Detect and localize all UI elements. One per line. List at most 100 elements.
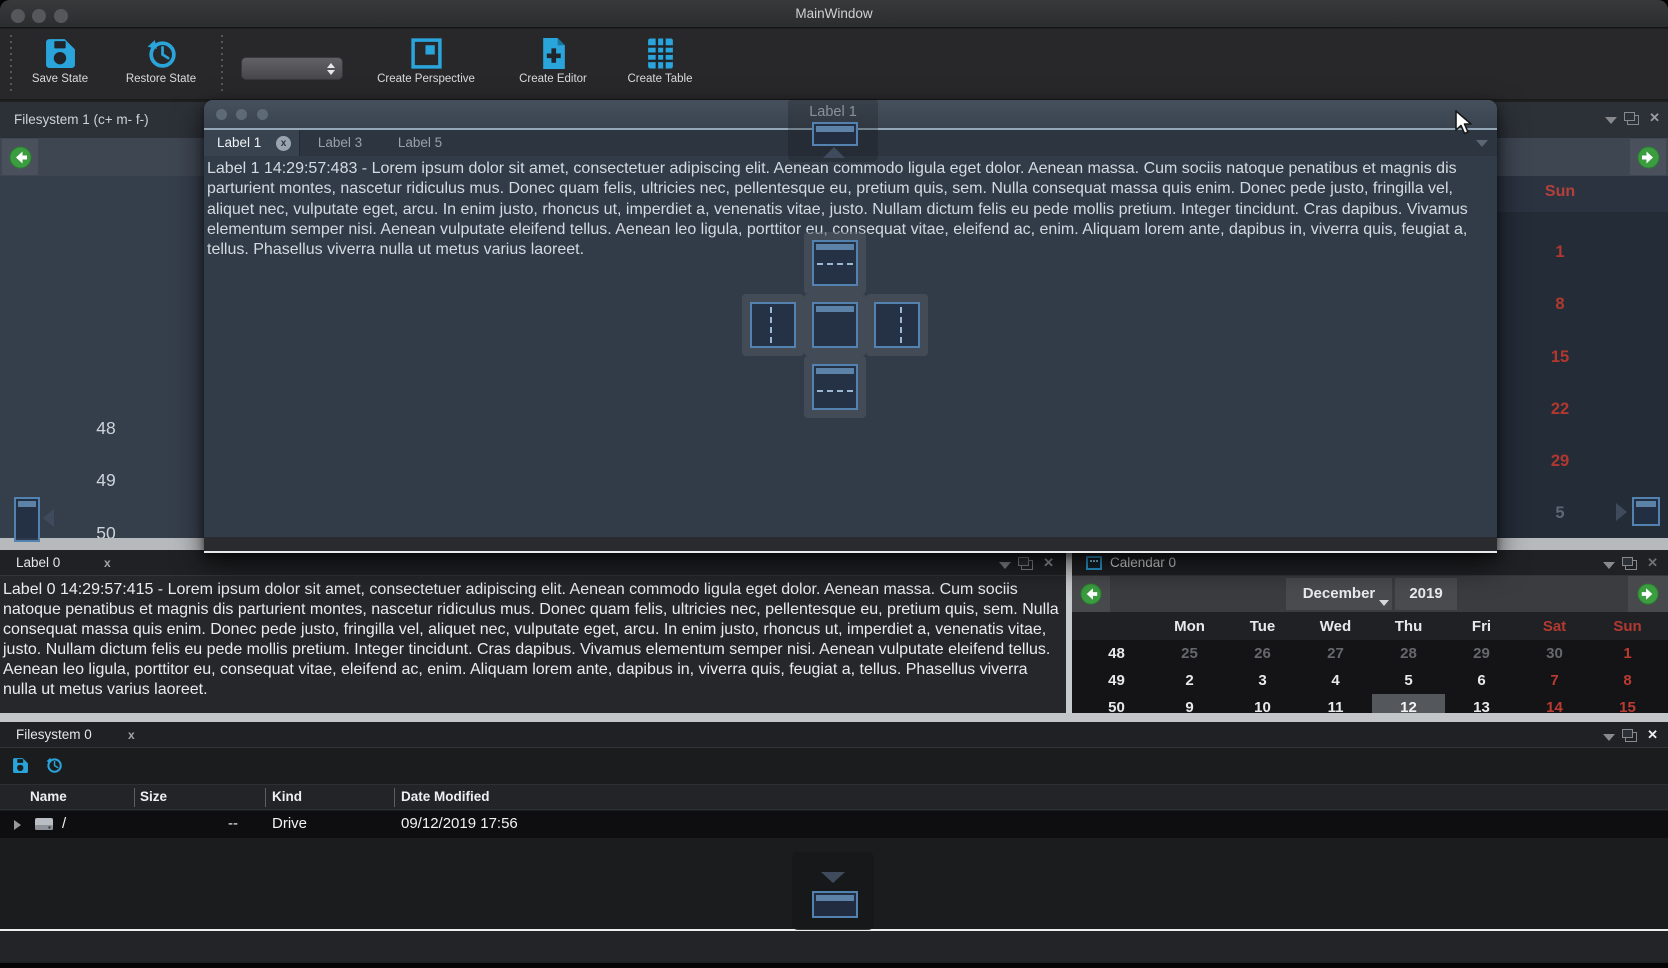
calendar0-titlebar: Calendar 0 ✕ <box>1072 550 1668 576</box>
calendar-date[interactable]: 26 <box>1226 640 1299 667</box>
table-row[interactable]: / -- Drive 09/12/2019 17:56 <box>0 811 1668 838</box>
tab-close-icon[interactable]: x <box>128 728 135 742</box>
dock-menu-icon[interactable] <box>1605 117 1617 124</box>
vertical-splitter[interactable] <box>1066 550 1072 713</box>
calendar-date[interactable]: 9 <box>1153 694 1226 713</box>
tab-overflow-button[interactable] <box>1471 135 1493 152</box>
dock-menu-icon[interactable] <box>1603 562 1615 569</box>
row-modified: 09/12/2019 17:56 <box>401 815 518 832</box>
calendar-date[interactable]: 29 <box>1532 435 1588 487</box>
calendar-date[interactable]: 11 <box>1299 694 1372 713</box>
drop-indicator-split-left[interactable] <box>750 302 796 348</box>
tab-label5[interactable]: Label 5 <box>380 130 460 156</box>
calendar-date[interactable]: 1 <box>1591 640 1664 667</box>
disclosure-triangle-icon[interactable] <box>14 820 21 830</box>
dock-float-icon[interactable] <box>1625 560 1637 570</box>
calendar-date[interactable]: 28 <box>1372 640 1445 667</box>
calendar-next-month-button[interactable] <box>1630 139 1666 175</box>
drop-indicator-right-edge[interactable] <box>1632 497 1660 526</box>
calendar-date[interactable]: 8 <box>1532 278 1588 330</box>
drop-cell-right[interactable] <box>866 294 928 356</box>
calendar-date[interactable]: 25 <box>1153 640 1226 667</box>
column-separator[interactable] <box>394 788 395 807</box>
tab-close-icon[interactable]: x <box>276 136 291 151</box>
dock-close-icon[interactable]: ✕ <box>1647 555 1658 571</box>
calendar0-next-month-button[interactable] <box>1628 576 1668 612</box>
drop-indicator-bottom-edge[interactable] <box>812 891 858 918</box>
window-titlebar[interactable]: MainWindow <box>0 0 1668 28</box>
create-table-button[interactable]: Create Table <box>600 37 720 85</box>
calendar-date[interactable]: 8 <box>1591 667 1664 694</box>
calendar-date[interactable]: 5 <box>1532 487 1588 539</box>
create-editor-button[interactable]: Create Editor <box>493 37 613 85</box>
drop-cell-top[interactable] <box>804 232 866 294</box>
calendar-date[interactable]: 4 <box>1299 667 1372 694</box>
create-perspective-icon <box>410 37 443 70</box>
drop-indicator-center[interactable] <box>812 302 858 348</box>
drop-indicator-top-edge[interactable] <box>812 122 858 146</box>
calendar-date[interactable]: 1 <box>1532 226 1588 278</box>
week-number: 48 <box>80 402 132 454</box>
tab-label0[interactable]: Label 0 <box>16 555 60 570</box>
dock-menu-icon[interactable] <box>999 562 1011 569</box>
window-title: MainWindow <box>0 6 1668 21</box>
drop-cell-bottom[interactable] <box>804 356 866 418</box>
dock-float-icon[interactable] <box>1625 732 1637 742</box>
column-header-size[interactable]: Size <box>140 789 167 804</box>
tab-filesystem1[interactable]: Filesystem 1 (c+ m- f-) <box>14 112 149 127</box>
calendar-date[interactable]: 12 <box>1372 694 1445 713</box>
calendar-date[interactable]: 6 <box>1445 667 1518 694</box>
year-field[interactable]: 2019 <box>1395 578 1457 610</box>
dock-close-icon[interactable]: ✕ <box>1649 110 1660 126</box>
drop-cell-center[interactable] <box>804 294 866 356</box>
column-header-name[interactable]: Name <box>30 789 67 804</box>
save-icon[interactable] <box>12 757 29 774</box>
column-separator[interactable] <box>265 788 266 807</box>
calendar-date[interactable]: 15 <box>1591 694 1664 713</box>
big-calendar-week-column: 48 49 50 51 52 1 <box>0 176 204 538</box>
dock-close-icon[interactable]: ✕ <box>1043 555 1054 571</box>
calendar-date[interactable]: 14 <box>1518 694 1591 713</box>
dock-close-icon[interactable]: ✕ <box>1647 727 1658 743</box>
calendar0-prev-month-button[interactable] <box>1072 576 1110 612</box>
label0-dock-buttons: ✕ <box>999 555 1054 571</box>
calendar-date[interactable]: 15 <box>1532 331 1588 383</box>
column-separator[interactable] <box>134 788 135 807</box>
drop-indicator-split-top[interactable] <box>812 240 858 286</box>
tab-label3[interactable]: Label 3 <box>300 130 380 156</box>
column-header-modified[interactable]: Date Modified <box>401 789 490 804</box>
calendar-date[interactable]: 3 <box>1226 667 1299 694</box>
calendar-date[interactable]: 10 <box>1226 694 1299 713</box>
calendar-date[interactable]: 29 <box>1445 640 1518 667</box>
tab-label1[interactable]: Label 1 x <box>204 130 300 156</box>
tab-filesystem0[interactable]: Filesystem 0 <box>16 727 92 742</box>
calendar-date[interactable]: 27 <box>1299 640 1372 667</box>
horizontal-splitter[interactable] <box>0 713 1668 722</box>
zoom-traffic-light[interactable] <box>257 109 268 120</box>
calendar-date[interactable]: 13 <box>1445 694 1518 713</box>
tab-close-icon[interactable]: x <box>104 556 111 570</box>
drop-indicator-left-edge[interactable] <box>14 497 40 542</box>
drop-indicator-split-bottom[interactable] <box>812 364 858 410</box>
restore-state-button[interactable]: Restore State <box>101 37 221 85</box>
calendar-date[interactable]: 30 <box>1518 640 1591 667</box>
month-dropdown[interactable]: December <box>1286 578 1392 610</box>
arrow-left-icon <box>1080 583 1102 605</box>
calendar-date[interactable]: 7 <box>1518 667 1591 694</box>
day-header: Sun <box>1591 618 1664 635</box>
calendar-date[interactable]: 22 <box>1532 383 1588 435</box>
create-perspective-button[interactable]: Create Perspective <box>366 37 486 85</box>
restore-icon[interactable] <box>45 756 63 774</box>
calendar-date[interactable]: 5 <box>1372 667 1445 694</box>
dock-float-icon[interactable] <box>1627 115 1639 125</box>
drop-cell-left[interactable] <box>742 294 804 356</box>
column-header-kind[interactable]: Kind <box>272 789 302 804</box>
drop-indicator-split-right[interactable] <box>874 302 920 348</box>
dock-menu-icon[interactable] <box>1603 734 1615 741</box>
close-traffic-light[interactable] <box>216 109 227 120</box>
minimize-traffic-light[interactable] <box>236 109 247 120</box>
perspective-combobox[interactable] <box>241 57 343 80</box>
dock-float-icon[interactable] <box>1021 560 1033 570</box>
calendar-date[interactable]: 2 <box>1153 667 1226 694</box>
calendar-prev-month-button[interactable] <box>2 139 38 175</box>
